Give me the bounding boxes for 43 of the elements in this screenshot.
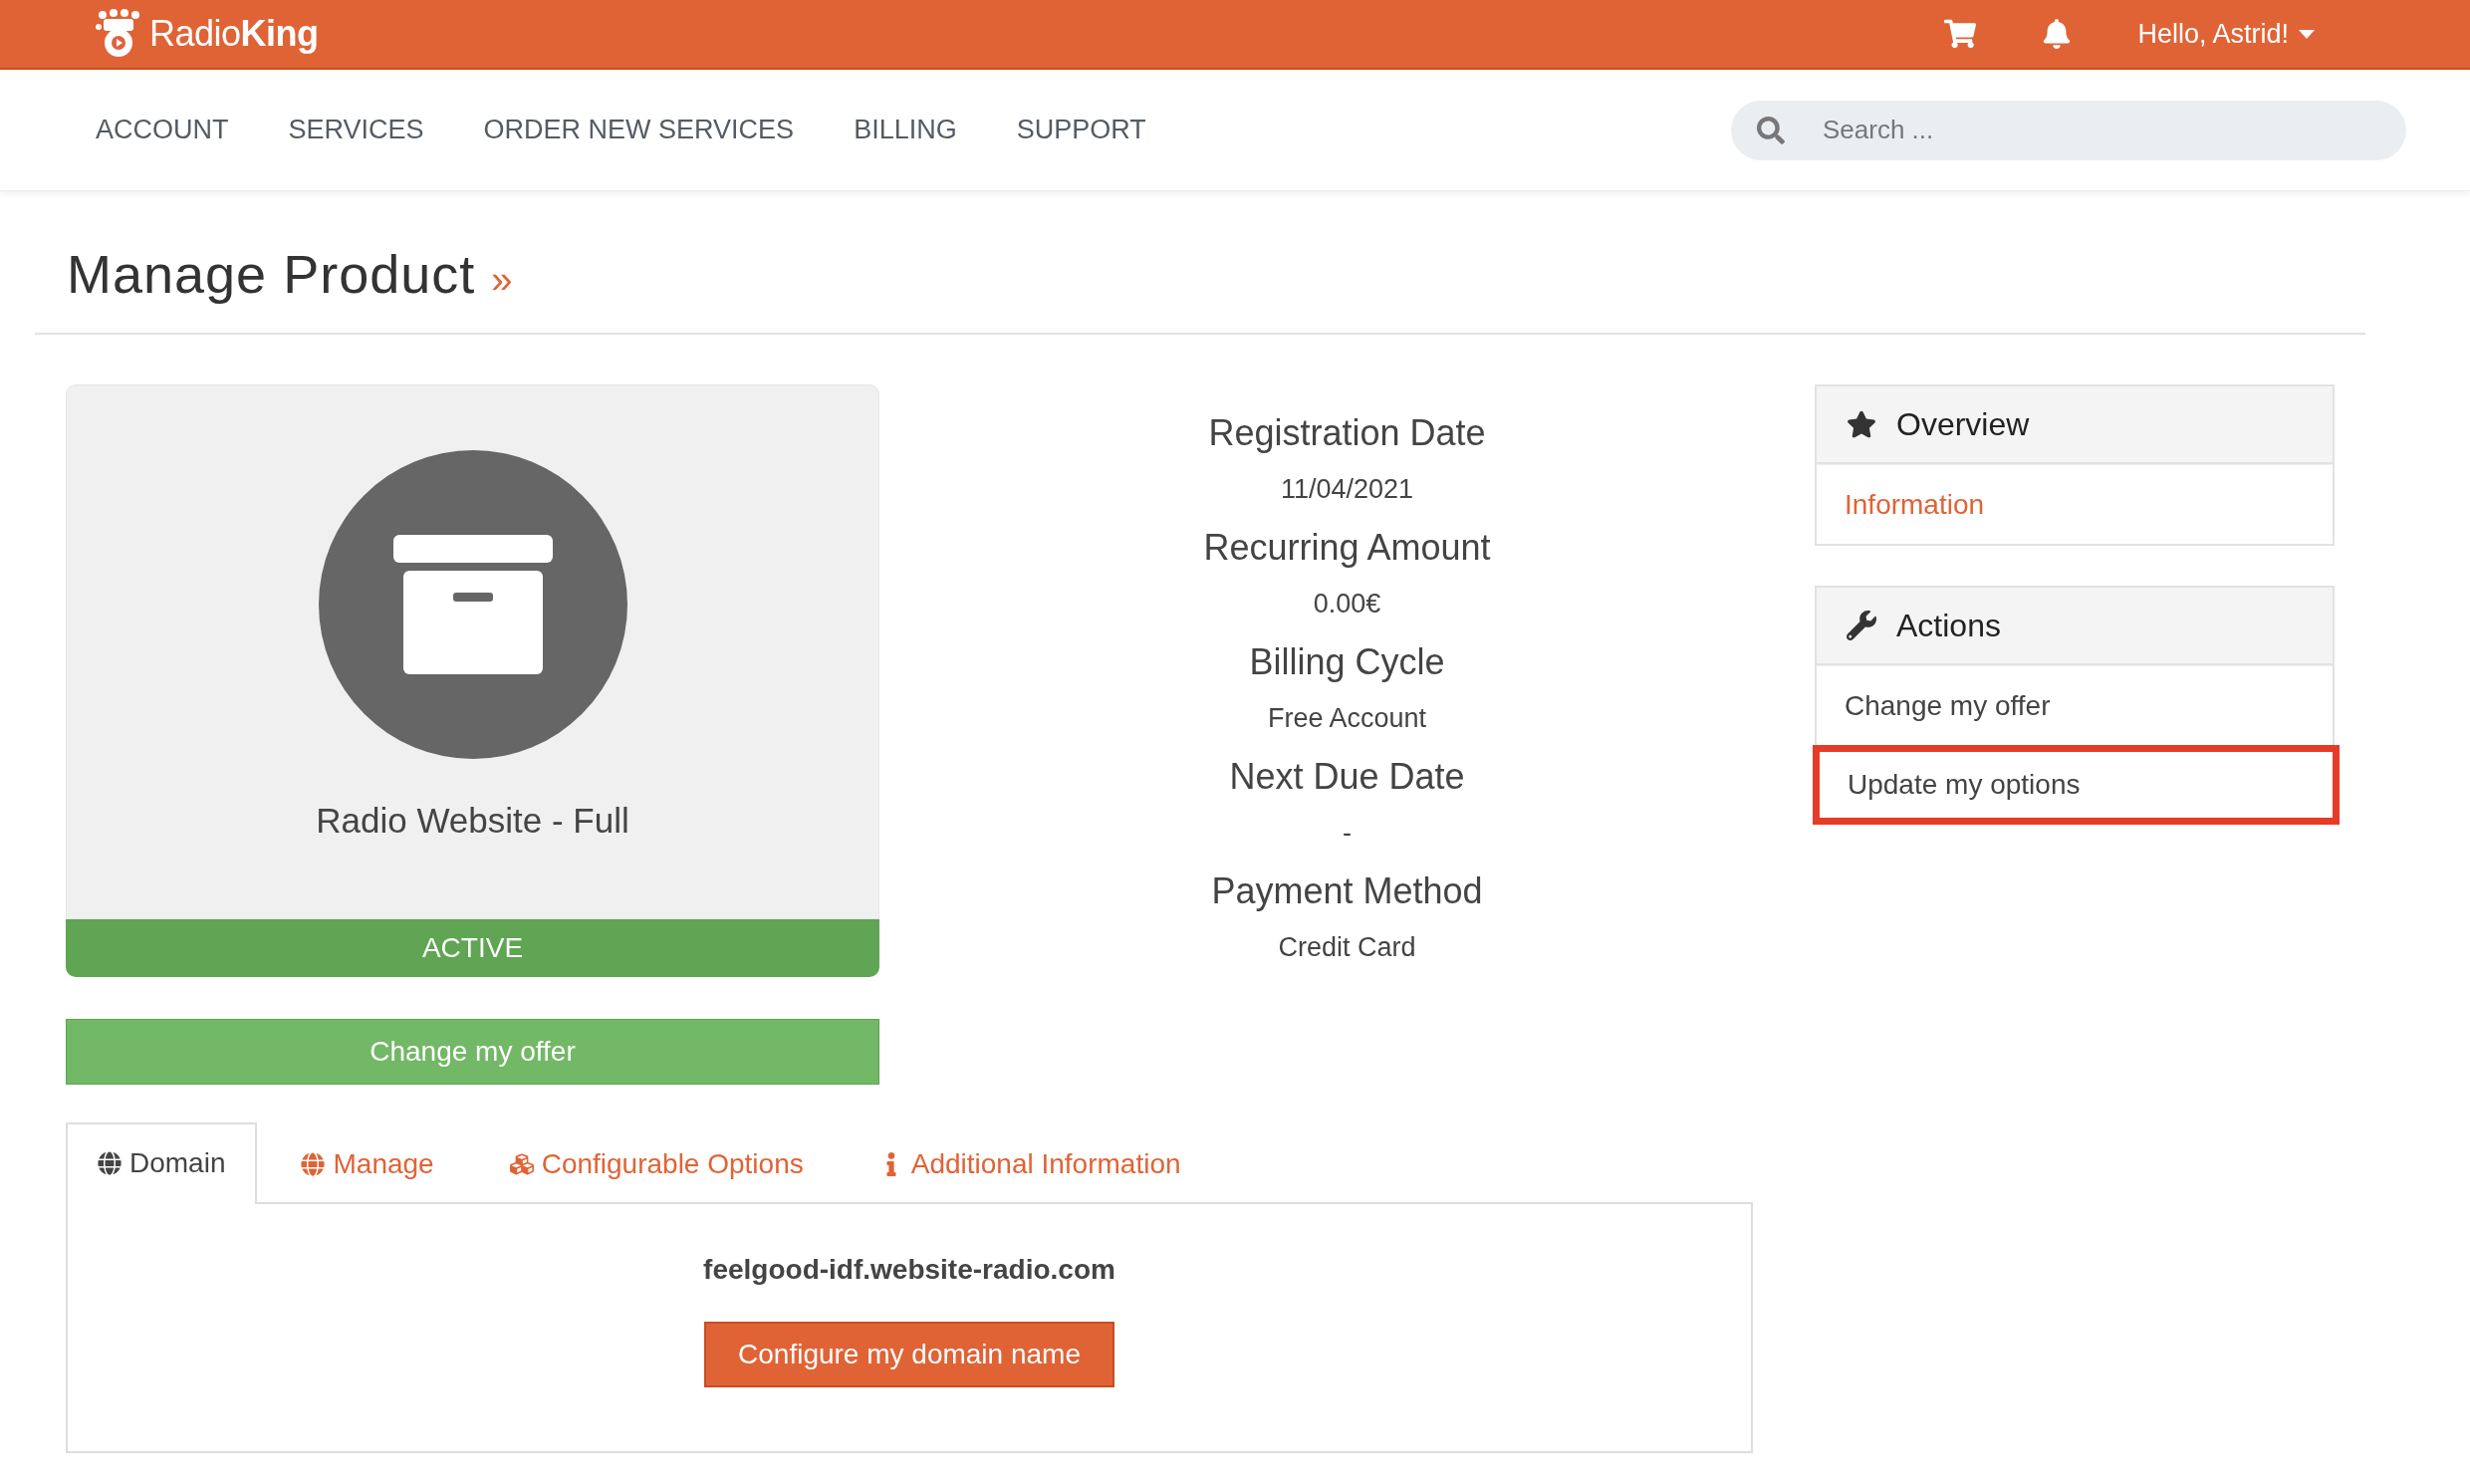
detail-value: Credit Card [1278, 932, 1416, 963]
user-menu[interactable]: Hello, Astrid! [2137, 18, 2315, 50]
detail-label: Next Due Date [1229, 756, 1465, 798]
detail-label: Billing Cycle [1249, 641, 1445, 683]
cubes-icon [509, 1152, 534, 1176]
panel-title: Overview [1896, 405, 2030, 443]
detail-label: Registration Date [1208, 412, 1486, 454]
product-name: Radio Website - Full [316, 801, 629, 841]
status-badge: ACTIVE [66, 919, 879, 977]
sidebar-link[interactable]: Change my offer [1817, 665, 2333, 745]
detail-value: Free Account [1267, 703, 1427, 734]
globe-icon [98, 1151, 122, 1175]
bell-icon[interactable] [2042, 19, 2073, 49]
detail-label: Payment Method [1211, 870, 1483, 912]
configure-domain-button[interactable]: Configure my domain name [704, 1322, 1114, 1387]
sidebar-link[interactable]: Update my options [1813, 745, 2340, 825]
tab[interactable]: Additional Information [847, 1122, 1213, 1204]
panel-title: Actions [1896, 607, 2001, 644]
tab[interactable]: Configurable Options [477, 1122, 836, 1204]
nav-link[interactable]: SERVICES [288, 115, 424, 145]
brand-name[interactable]: RadioKing [149, 13, 319, 55]
caret-icon [2299, 29, 2315, 39]
search-field[interactable]: Search ... [1731, 100, 2406, 160]
nav-link[interactable]: SUPPORT [1016, 115, 1146, 145]
tab[interactable]: Domain [66, 1122, 258, 1204]
nav-link[interactable]: ACCOUNT [96, 115, 229, 145]
sidebar-link[interactable]: Information [1817, 464, 2333, 544]
detail-value: - [1343, 818, 1352, 849]
detail-value: 11/04/2021 [1280, 474, 1414, 505]
wrench-icon [1847, 611, 1876, 640]
title-mark: » [491, 259, 513, 302]
search-icon [1757, 116, 1785, 144]
nav-link[interactable]: ORDER NEW SERVICES [483, 115, 795, 145]
detail-value: 0.00€ [1313, 589, 1381, 619]
logo-icon [96, 9, 141, 59]
detail-label: Recurring Amount [1203, 527, 1491, 569]
nav-link[interactable]: BILLING [854, 115, 957, 145]
tab[interactable]: Manage [269, 1122, 466, 1204]
page-title: Manage Product [67, 243, 476, 305]
cart-icon[interactable] [1944, 18, 1977, 50]
star-icon [1847, 409, 1876, 439]
domain-name: feelgood-idf.website-radio.com [703, 1254, 1115, 1286]
globe-icon [301, 1152, 326, 1176]
